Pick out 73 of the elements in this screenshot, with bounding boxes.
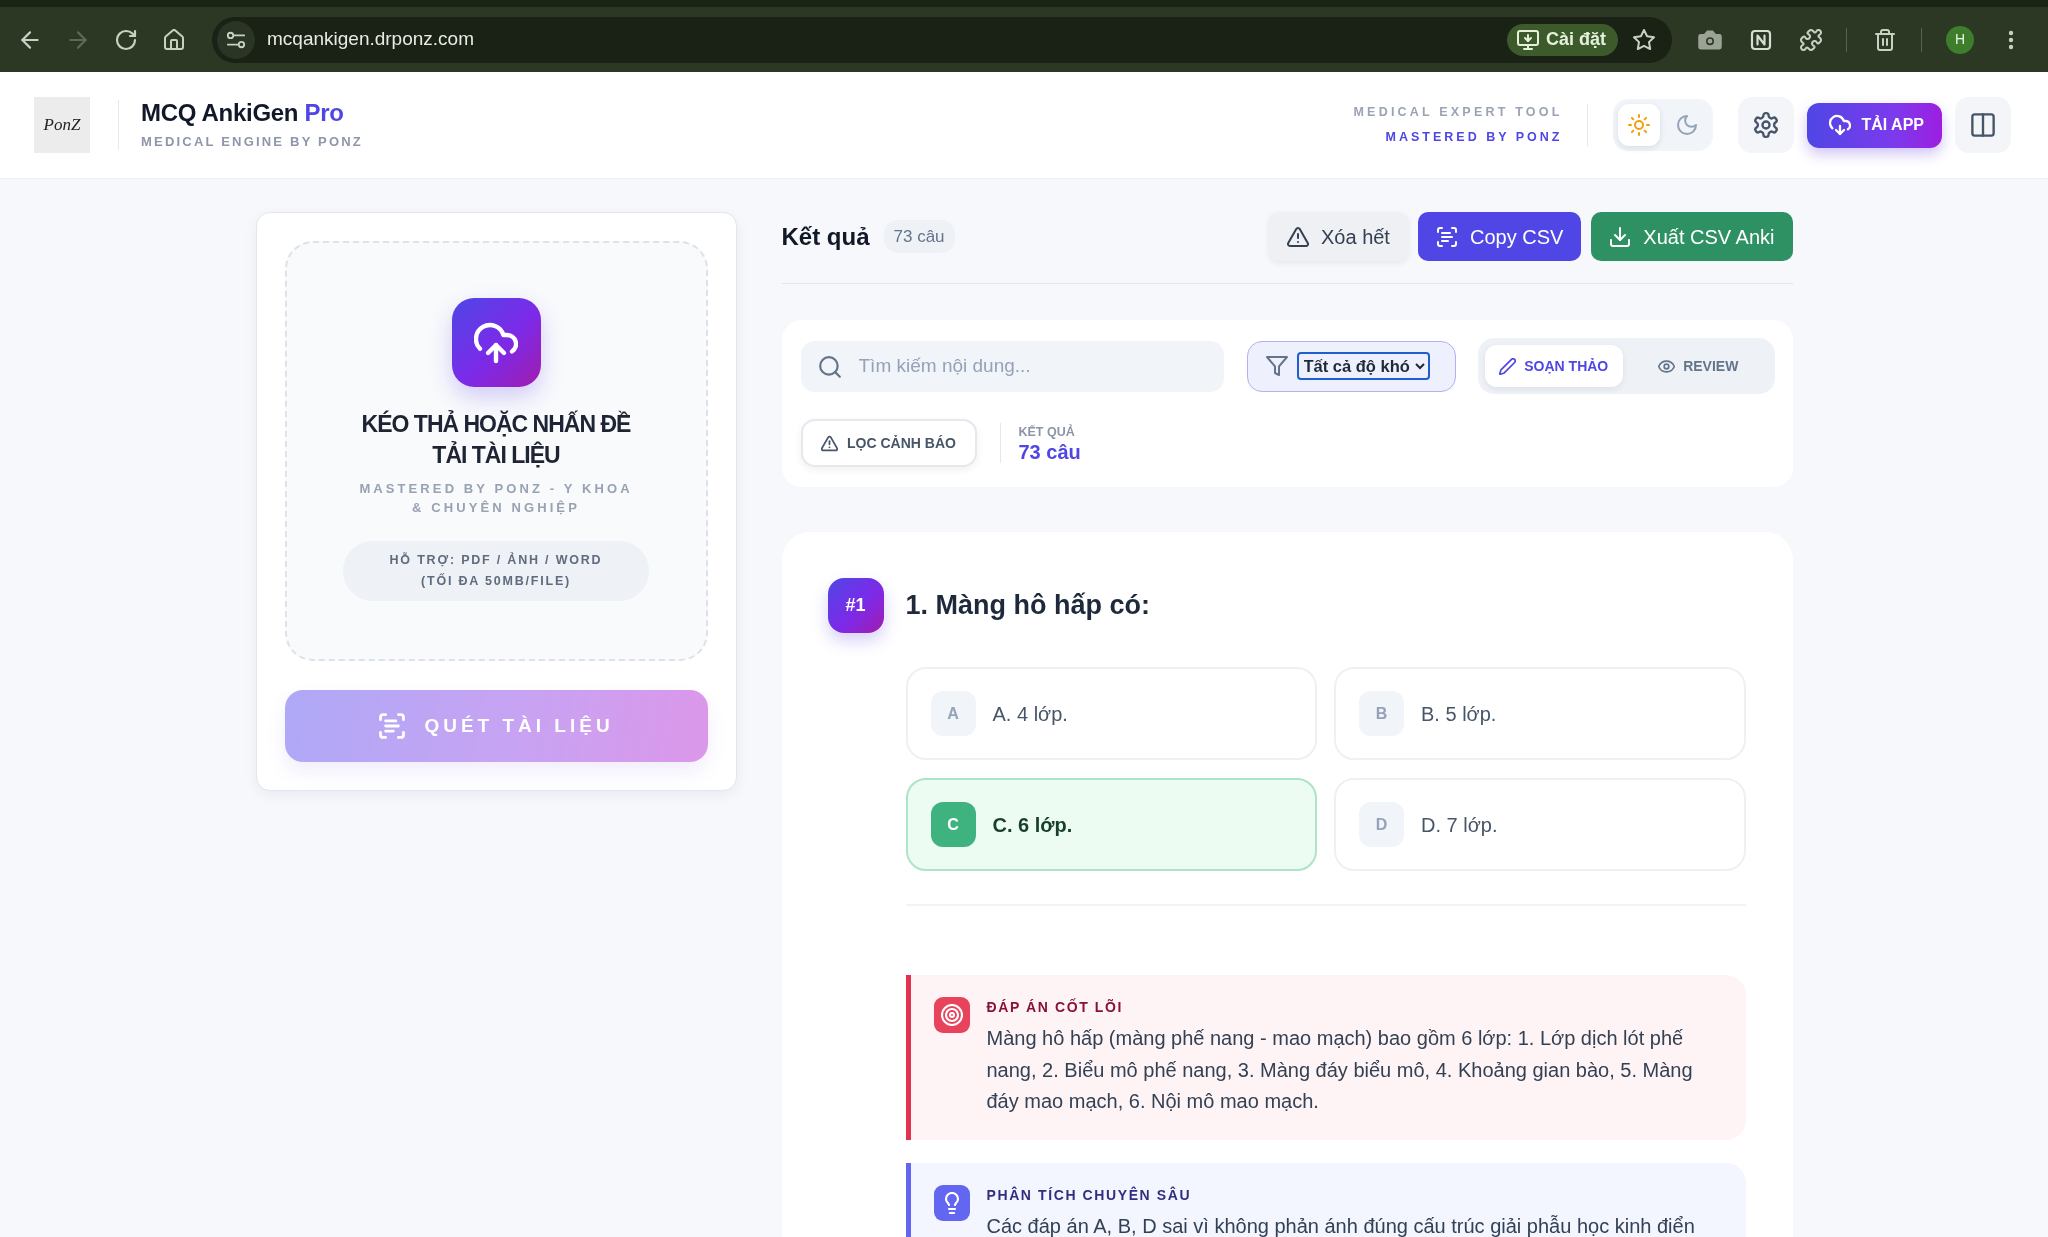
brand-logo: PonZ: [34, 97, 90, 153]
section-label: ĐÁP ÁN CỐT LÕI: [986, 997, 1124, 1017]
scan-text-icon: [378, 712, 407, 740]
scan-text-icon: [1435, 225, 1458, 248]
site-settings-icon: [217, 20, 255, 59]
sun-icon: [1628, 114, 1651, 136]
difficulty-select[interactable]: Tất cả độ khó: [1296, 352, 1430, 380]
more-vertical-icon: [2008, 29, 2014, 50]
option-letter: B: [1359, 691, 1404, 736]
eye-icon: [1658, 357, 1676, 375]
columns-icon: [1970, 112, 1996, 138]
tagline-text: MEDICAL EXPERT TOOL: [1353, 104, 1563, 122]
search-field[interactable]: Tìm kiếm nội dung...: [800, 340, 1224, 392]
n-logo-icon: [1750, 28, 1772, 51]
result-count: 73 câu: [1018, 441, 1081, 464]
warning-icon: [1287, 225, 1309, 248]
moon-icon: [1676, 114, 1699, 136]
home-icon: [163, 28, 185, 51]
cloud-upload-icon: [451, 298, 541, 387]
search-icon: [817, 355, 842, 380]
download-icon: [1609, 225, 1632, 248]
panel-toggle-button[interactable]: [1955, 97, 2011, 153]
option-text: C. 6 lớp.: [992, 812, 1073, 838]
pencil-icon: [1499, 357, 1517, 375]
review-mode-tab[interactable]: REVIEW: [1629, 345, 1768, 387]
app-subtitle: MEDICAL ENGINE BY PONZ: [141, 132, 363, 151]
settings-icon: [1753, 112, 1780, 138]
section-label: PHÂN TÍCH CHUYÊN SÂU: [986, 1185, 1193, 1205]
supported-formats-label: HỖ TRỢ: PDF / ẢNH / WORD (TỐI ĐA 50MB/FILE): [343, 541, 649, 601]
monitor-download-icon: [1517, 28, 1539, 51]
option-text: A. 4 lớp.: [992, 701, 1068, 727]
drop-zone-subtitle: MASTERED BY PONZ - Y KHOA & CHUYÊN NGHIỆP: [358, 480, 634, 517]
option-text: B. 5 lớp.: [1421, 701, 1497, 727]
target-icon: [933, 997, 970, 1033]
edit-mode-tab[interactable]: SOẠN THẢO: [1484, 345, 1623, 387]
option-letter: C: [930, 802, 976, 847]
question-count: 73 câu: [883, 219, 955, 254]
puzzle-icon: [1800, 28, 1822, 51]
clear-all-button[interactable]: Xóa hết: [1269, 212, 1408, 261]
answer-option[interactable]: D D. 7 lớp.: [1334, 778, 1746, 871]
camera-icon: [1698, 29, 1722, 50]
trash-icon: [1874, 28, 1896, 51]
download-app-button[interactable]: TẢI APP: [1807, 102, 1942, 148]
explanation-text: Các đáp án A, B, D sai vì không phản ánh đúng cấu trúc giải phẫu học kinh điển: [986, 1213, 1696, 1237]
drop-zone[interactable]: KÉO THẢ HOẶC NHẤN ĐỀ TẢI TÀI LIỆU MASTERED BY PONZ - Y KHOA & CHUYÊN NGHIỆP HỖ TRỢ: PDF / ẢNH / WORD (TỐI ĐA 50MB/FILE): [284, 241, 708, 661]
answer-option[interactable]: A A. 4 lớp.: [905, 667, 1317, 760]
star-icon: [1633, 28, 1655, 51]
answer-option[interactable]: B B. 5 lớp.: [1334, 667, 1746, 760]
url-text: mcqankigen.drponz.com: [267, 27, 475, 52]
copy-csv-button[interactable]: Copy CSV: [1417, 212, 1582, 261]
lightbulb-icon: [933, 1184, 970, 1221]
results-title: Kết quả: [781, 221, 870, 252]
reload-icon: [115, 28, 137, 51]
warning-filter-button[interactable]: LỌC CẢNH BÁO: [800, 419, 977, 467]
export-csv-button[interactable]: Xuất CSV Anki: [1591, 212, 1793, 261]
profile-avatar[interactable]: H: [1946, 25, 1974, 54]
option-letter: D: [1359, 802, 1404, 847]
filter-icon: [1265, 355, 1288, 377]
question-number-badge: #1: [827, 578, 884, 633]
question-text: 1. Màng hô hấp có:: [905, 589, 1150, 623]
answer-option[interactable]: C C. 6 lớp.: [905, 778, 1317, 871]
drop-zone-title: KÉO THẢ HOẶC NHẤN ĐỀ TẢI TÀI LIỆU: [360, 409, 632, 470]
option-letter: A: [930, 691, 976, 736]
warning-icon: [821, 434, 839, 452]
option-text: D. 7 lớp.: [1421, 812, 1498, 838]
address-bar[interactable]: mcqankigen.drponz.com Cài đặt: [212, 16, 1672, 63]
app-title: MCQ AnkiGen Pro: [141, 98, 345, 127]
result-label: KẾT QUẢ: [1018, 423, 1076, 441]
tagline-brand: MASTERED BY PONZ: [1384, 129, 1563, 146]
settings-button[interactable]: [1738, 97, 1795, 153]
explanation-text: Màng hô hấp (màng phế nang - mao mạch) bao gồm 6 lớp: 1. Lớp dịch lót phế nang, 2. Biểu mô phế nang, 3. Màng đáy biểu mô, 4. Khoảng gian bào, 5. Màng đáy mao mạch, 6. Nội mô mao mạch.: [986, 1026, 1694, 1114]
cloud-download-icon: [1829, 114, 1852, 136]
install-button[interactable]: Cài đặt: [1507, 23, 1618, 56]
